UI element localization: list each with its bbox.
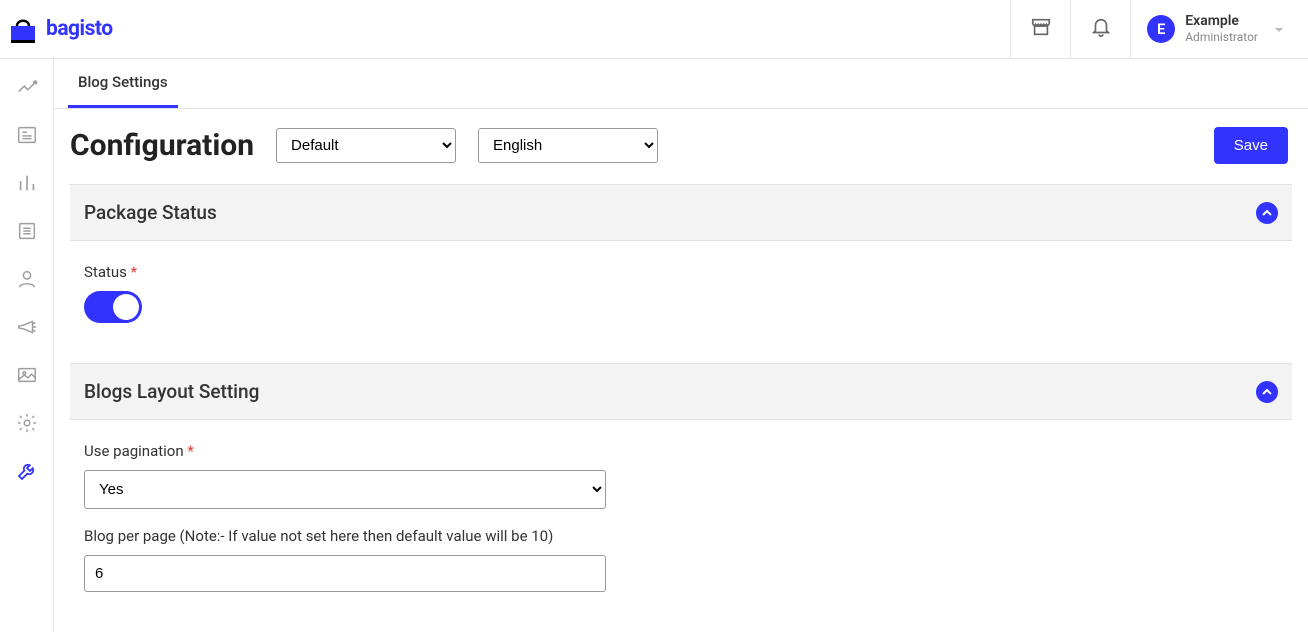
blog-per-page-input[interactable] <box>84 555 606 592</box>
brand-name: bagisto <box>46 17 113 41</box>
sidebar-item-cms[interactable] <box>15 221 39 245</box>
page-header: Configuration Default English Save <box>54 109 1308 184</box>
chevron-up-icon <box>1256 202 1278 224</box>
sidebar-item-catalog[interactable] <box>15 125 39 149</box>
sidebar-item-sales[interactable] <box>15 173 39 197</box>
app-header: bagisto E Example Administrator <box>0 0 1308 59</box>
status-toggle[interactable] <box>84 291 142 323</box>
notifications-button[interactable] <box>1070 0 1130 59</box>
bars-icon <box>16 172 38 198</box>
user-icon <box>16 268 38 294</box>
save-button[interactable]: Save <box>1214 127 1288 164</box>
wrench-icon <box>15 459 39 487</box>
brand-logo[interactable]: bagisto <box>8 14 113 44</box>
tab-blog-settings[interactable]: Blog Settings <box>68 59 178 108</box>
section-title: Package Status <box>84 201 217 224</box>
gear-icon <box>16 412 38 438</box>
storefront-button[interactable] <box>1010 0 1070 59</box>
sidebar-item-configure[interactable] <box>15 461 39 485</box>
storefront-icon <box>1030 16 1052 42</box>
accordion-header[interactable]: Blogs Layout Setting <box>70 363 1292 420</box>
tab-bar: Blog Settings <box>54 59 1308 109</box>
sidebar <box>0 59 54 632</box>
user-role: Administrator <box>1185 30 1258 44</box>
section-package-status: Package Status Status * <box>70 184 1292 363</box>
analytics-icon <box>16 76 38 102</box>
section-blogs-layout: Blogs Layout Setting Use pagination * Ye… <box>70 363 1292 632</box>
image-icon <box>16 364 38 390</box>
main-content: Blog Settings Configuration Default Engl… <box>54 59 1308 632</box>
bag-icon <box>8 14 38 44</box>
section-title: Blogs Layout Setting <box>84 380 259 403</box>
bell-icon <box>1090 16 1112 42</box>
page-title: Configuration <box>70 128 254 163</box>
sidebar-item-settings[interactable] <box>15 413 39 437</box>
locale-select[interactable]: English <box>478 128 658 163</box>
sidebar-item-content[interactable] <box>15 365 39 389</box>
user-menu[interactable]: E Example Administrator <box>1130 0 1300 59</box>
accordion-header[interactable]: Package Status <box>70 184 1292 241</box>
avatar: E <box>1147 15 1175 43</box>
use-pagination-select[interactable]: Yes <box>84 470 606 509</box>
user-name: Example <box>1185 13 1258 30</box>
sidebar-item-dashboard[interactable] <box>15 77 39 101</box>
use-pagination-label: Use pagination * <box>84 442 1278 460</box>
blog-per-page-label: Blog per page (Note:- If value not set h… <box>84 527 1278 545</box>
news-icon <box>16 124 38 150</box>
chevron-down-icon <box>1274 20 1284 39</box>
sidebar-item-customers[interactable] <box>15 269 39 293</box>
megaphone-icon <box>16 316 38 342</box>
chevron-up-icon <box>1256 381 1278 403</box>
list-icon <box>16 220 38 246</box>
status-label: Status * <box>84 263 1278 281</box>
channel-select[interactable]: Default <box>276 128 456 163</box>
sidebar-item-marketing[interactable] <box>15 317 39 341</box>
